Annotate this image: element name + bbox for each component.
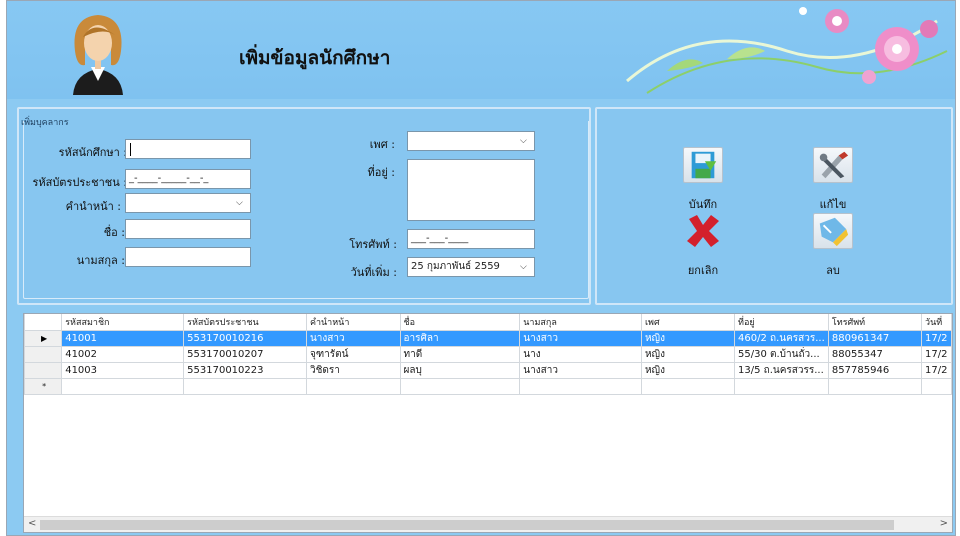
table-cell[interactable]: หญิง: [640, 361, 736, 379]
table-cell[interactable]: 88055347: [827, 345, 923, 363]
first-name-label: ชื่อ :: [103, 226, 125, 239]
table-cell[interactable]: 55/30 ต.บ้านถั่ว...: [734, 345, 829, 363]
floral-decoration: [626, 7, 948, 94]
table-cell[interactable]: อารศิลา: [399, 329, 521, 347]
table-cell[interactable]: 13/5 ถ.นครสวรร...: [734, 361, 829, 379]
row-header[interactable]: [24, 361, 63, 379]
table-cell[interactable]: 41003: [61, 361, 185, 379]
last-name-label: นามสกุล :: [76, 254, 125, 267]
prefix-label: คำนำหน้า :: [65, 200, 121, 213]
table-cell[interactable]: ผลบุ: [399, 361, 521, 379]
chevron-down-icon: ⌵: [520, 136, 527, 146]
row-header[interactable]: *: [24, 377, 63, 395]
save-button[interactable]: บันทึก: [679, 147, 729, 211]
table-cell[interactable]: 41001: [61, 329, 185, 347]
date-picker[interactable]: 25 กุมภาพันธ์ 2559 ⌵: [407, 257, 535, 277]
action-panel: [595, 107, 953, 305]
table-cell[interactable]: [183, 377, 307, 395]
table-cell[interactable]: นางสาว: [519, 329, 642, 347]
table-cell[interactable]: [734, 377, 829, 395]
student-id-input[interactable]: [125, 139, 251, 159]
table-cell[interactable]: 553170010207: [183, 345, 307, 363]
row-header[interactable]: ▶: [24, 329, 63, 347]
table-cell[interactable]: จุฑารัตน์: [305, 345, 401, 363]
new-row[interactable]: *: [24, 377, 952, 395]
person-avatar-icon: [73, 15, 123, 95]
table-cell[interactable]: หญิง: [640, 329, 736, 347]
scrollbar-thumb[interactable]: [40, 520, 894, 530]
phone-label: โทรศัพท์ :: [349, 238, 397, 251]
table-cell[interactable]: 857785946: [827, 361, 923, 379]
column-header[interactable]: เพศ: [640, 314, 736, 331]
address-label: ที่อยู่ :: [367, 166, 395, 179]
table-cell[interactable]: หญิง: [640, 345, 736, 363]
column-header[interactable]: ชื่อ: [399, 314, 521, 331]
student-data-grid[interactable]: รหัสสมาชิก รหัสบัตรประชาชน คำนำหน้า ชื่อ…: [23, 313, 953, 533]
table-cell[interactable]: ทาดี: [399, 345, 521, 363]
table-row[interactable]: 41002 553170010207 จุฑารัตน์ ทาดี นาง หญ…: [24, 345, 952, 363]
row-header[interactable]: [24, 345, 63, 363]
eraser-delete-icon: [813, 213, 853, 249]
table-cell[interactable]: 553170010223: [183, 361, 307, 379]
table-cell[interactable]: [827, 377, 923, 395]
save-disk-icon: [683, 147, 723, 183]
edit-button[interactable]: แก้ไข: [809, 147, 859, 211]
table-cell[interactable]: 17/2: [921, 329, 952, 347]
table-cell[interactable]: [305, 377, 401, 395]
scroll-right-button[interactable]: >: [940, 518, 948, 529]
date-added-label: วันที่เพิ่ม :: [350, 266, 397, 279]
table-cell[interactable]: 460/2 ถ.นครสวร...: [734, 329, 829, 347]
column-header[interactable]: นามสกุล: [519, 314, 642, 331]
scroll-left-button[interactable]: <: [28, 518, 36, 529]
header-banner: เพิ่มข้อมูลนักศึกษา: [7, 1, 955, 99]
table-cell[interactable]: 17/2: [921, 345, 952, 363]
table-row[interactable]: ▶ 41001 553170010216 นางสาว อารศิลา นางส…: [24, 329, 952, 347]
table-cell[interactable]: วิชิดรา: [305, 361, 401, 379]
prefix-select[interactable]: ⌵: [125, 193, 251, 213]
table-cell[interactable]: [399, 377, 521, 395]
main-window: เพิ่มข้อมูลนักศึกษา เพิ่มบุคลากร รหัสนัก…: [6, 0, 956, 536]
table-cell[interactable]: 41002: [61, 345, 185, 363]
text-caret: [130, 143, 131, 156]
student-id-label: รหัสนักศึกษา :: [58, 146, 127, 159]
gender-label: เพศ :: [369, 138, 395, 151]
column-header[interactable]: รหัสสมาชิก: [61, 314, 185, 331]
horizontal-scrollbar[interactable]: < >: [24, 516, 952, 532]
national-id-input[interactable]: _-____-_____-__-_: [125, 169, 251, 189]
table-cell[interactable]: [921, 377, 952, 395]
first-name-input[interactable]: [125, 219, 251, 239]
table-cell[interactable]: [61, 377, 185, 395]
cancel-x-icon: [687, 215, 719, 247]
column-header[interactable]: โทรศัพท์: [827, 314, 923, 331]
table-cell[interactable]: นางสาว: [519, 361, 642, 379]
row-header-corner: [24, 314, 63, 331]
column-header[interactable]: คำนำหน้า: [305, 314, 401, 331]
last-name-input[interactable]: [125, 247, 251, 267]
table-cell[interactable]: นางสาว: [305, 329, 401, 347]
group-box-title: เพิ่มบุคลากร: [21, 118, 69, 128]
grid-header-row: รหัสสมาชิก รหัสบัตรประชาชน คำนำหน้า ชื่อ…: [24, 314, 952, 331]
national-id-label: รหัสบัตรประชาชน :: [32, 176, 127, 189]
table-row[interactable]: 41003 553170010223 วิชิดรา ผลบุ นางสาว ห…: [24, 361, 952, 379]
table-cell[interactable]: [519, 377, 642, 395]
chevron-down-icon: ⌵: [520, 262, 527, 272]
page-title: เพิ่มข้อมูลนักศึกษา: [239, 47, 391, 69]
address-textarea[interactable]: [407, 159, 535, 221]
cancel-button[interactable]: ยกเลิก: [679, 213, 729, 277]
tools-icon: [813, 147, 853, 183]
phone-input[interactable]: ___-___-____: [407, 229, 535, 249]
column-header[interactable]: วันที่: [921, 314, 952, 331]
column-header[interactable]: รหัสบัตรประชาชน: [183, 314, 307, 331]
table-cell[interactable]: 880961347: [827, 329, 923, 347]
table-cell[interactable]: 553170010216: [183, 329, 307, 347]
gender-select[interactable]: ⌵: [407, 131, 535, 151]
table-cell[interactable]: นาง: [519, 345, 642, 363]
delete-button[interactable]: ลบ: [809, 213, 859, 277]
table-cell[interactable]: 17/2: [921, 361, 952, 379]
table-cell[interactable]: [640, 377, 736, 395]
chevron-down-icon: ⌵: [236, 198, 243, 208]
column-header[interactable]: ที่อยู่: [734, 314, 829, 331]
